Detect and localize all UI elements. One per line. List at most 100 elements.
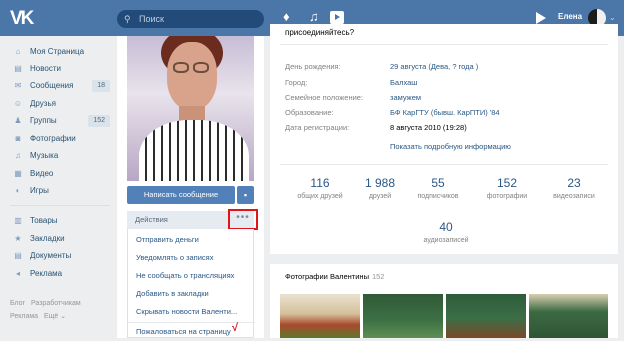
news-icon: ▤ [14, 64, 22, 73]
footer-blog-link[interactable]: Блог [10, 300, 25, 307]
sidebar-item-ads[interactable]: ◂ Реклама [10, 266, 110, 282]
info-row-education: Образование: БФ КарГТУ (бывш. КарПТИ) '8… [285, 106, 615, 120]
search-input[interactable]: ⚲ Поиск [117, 10, 264, 28]
sidebar-item-video[interactable]: ▦ Видео [10, 166, 110, 182]
footer-more-link[interactable]: Ещё ⌄ [44, 313, 66, 320]
info-row-marital: Семейное положение: замужем [285, 91, 615, 105]
goods-icon: ▥ [14, 216, 22, 225]
sidebar-item-documents[interactable]: ▤ Документы [10, 248, 110, 264]
music-note-icon[interactable]: ♫ [309, 9, 319, 25]
stat-label: фотографии [486, 193, 528, 200]
birthday-link[interactable]: 29 августа (Дева, ? года ) [390, 60, 478, 74]
photos-title-text: Фотографии Валентины [285, 272, 369, 281]
gift-icon[interactable]: ▪ [237, 186, 254, 204]
info-row-registration: Дата регистрации: 8 августа 2010 (19:28) [285, 121, 615, 135]
sidebar-item-games[interactable]: ◐ Игры [10, 183, 110, 199]
menu-item-send-money[interactable]: Отправить деньги [128, 231, 255, 249]
menu-item-hide-news[interactable]: Скрывать новости Валенти... [128, 303, 255, 321]
send-message-button[interactable]: Написать сообщение [127, 186, 235, 204]
info-key: Семейное положение: [285, 93, 364, 102]
footer-ads-link[interactable]: Реклама [10, 313, 38, 320]
stat-label: видеозаписи [553, 193, 595, 200]
intro-text: присоединяйтесь? [285, 28, 355, 37]
search-icon: ⚲ [124, 14, 131, 24]
stat-number: 40 [439, 220, 453, 234]
footer-developers-link[interactable]: Разработчикам [31, 300, 81, 307]
photo-thumbnail[interactable] [446, 294, 526, 338]
photos-icon: ◙ [15, 134, 21, 143]
photos-count: 152 [371, 272, 385, 281]
stat-label: общих друзей [297, 193, 343, 200]
video-play-icon[interactable] [330, 11, 344, 24]
sidebar-item-my-page[interactable]: ⌂ Моя Страница [10, 44, 110, 60]
stat-mutual-friends[interactable]: 116 общих друзей [286, 176, 354, 202]
sidebar-item-label: Закладки [30, 234, 65, 243]
home-icon: ⌂ [15, 47, 21, 56]
divider [280, 44, 608, 45]
sidebar-item-label: Игры [30, 186, 49, 195]
footer-links-row-2: Реклама Ещё ⌄ [10, 312, 66, 320]
menu-item-no-broadcasts[interactable]: Не сообщать о трансляциях [128, 267, 255, 285]
sidebar-divider [10, 205, 110, 206]
user-name[interactable]: Елена [558, 12, 582, 21]
bell-icon[interactable]: ♦ [283, 9, 290, 25]
sidebar-item-label: Документы [30, 251, 72, 260]
chevron-down-icon[interactable]: ⌄ [609, 13, 616, 22]
messages-count-badge: 18 [92, 80, 110, 92]
groups-count-badge: 152 [88, 115, 110, 127]
sidebar-item-goods[interactable]: ▥ Товары [10, 213, 110, 229]
sidebar-item-groups[interactable]: ♟ Группы 152 [10, 113, 110, 129]
music-icon: ♫ [15, 151, 21, 160]
education-link[interactable]: БФ КарГТУ (бывш. КарПТИ) '84 [390, 106, 500, 120]
photos-title[interactable]: Фотографии Валентины 152 [285, 272, 384, 281]
sidebar-item-label: Музыка [30, 151, 59, 160]
documents-icon: ▤ [14, 251, 22, 260]
stat-label: аудиозаписей [423, 237, 469, 244]
profile-photo[interactable] [127, 36, 254, 181]
stat-followers[interactable]: 55 подписчиков [404, 176, 472, 202]
search-placeholder: Поиск [139, 14, 164, 24]
city-link[interactable]: Балхаш [390, 76, 417, 90]
info-key: Дата регистрации: [285, 123, 350, 132]
stat-number: 152 [496, 176, 518, 190]
vk-logo[interactable]: VK [10, 8, 34, 30]
sidebar-item-messages[interactable]: ✉ Сообщения 18 [10, 78, 110, 94]
stat-audio[interactable]: 40 аудиозаписей [412, 220, 480, 246]
footer-links-row-1: Блог Разработчикам [10, 300, 81, 307]
sidebar-item-bookmarks[interactable]: ★ Закладки [10, 231, 110, 247]
sidebar-item-label: Сообщения [30, 81, 74, 90]
menu-item-add-bookmark[interactable]: Добавить в закладки [128, 285, 255, 303]
info-key: Образование: [285, 108, 334, 117]
groups-icon: ♟ [14, 116, 22, 125]
sidebar-item-label: Реклама [30, 269, 63, 278]
stat-photos[interactable]: 152 фотографии [473, 176, 541, 202]
marital-link[interactable]: замужем [390, 91, 421, 105]
sidebar-item-label: Фотографии [30, 134, 76, 143]
sidebar-item-label: Друзья [30, 99, 56, 108]
sidebar-item-label: Группы [30, 116, 57, 125]
sidebar-item-friends[interactable]: ☺ Друзья [10, 96, 110, 112]
sidebar-item-news[interactable]: ▤ Новости [10, 61, 110, 77]
sidebar-item-music[interactable]: ♫ Музыка [10, 148, 110, 164]
stat-number: 23 [567, 176, 581, 190]
show-more-info-link[interactable]: Показать подробную информацию [390, 142, 511, 151]
info-key: День рождения: [285, 62, 341, 71]
photo-thumbnail[interactable] [529, 294, 608, 338]
sidebar-item-label: Новости [30, 64, 61, 73]
bookmarks-icon: ★ [14, 234, 22, 243]
player-play-icon[interactable] [536, 12, 546, 24]
photo-thumbnail[interactable] [280, 294, 360, 338]
registration-date: 8 августа 2010 (19:28) [390, 123, 467, 132]
games-icon: ◐ [15, 186, 21, 195]
stat-label: подписчиков [417, 193, 459, 200]
friends-icon: ☺ [13, 99, 23, 108]
stat-videos[interactable]: 23 видеозаписи [540, 176, 608, 202]
sidebar-item-photos[interactable]: ◙ Фотографии [10, 131, 110, 147]
more-actions-button[interactable]: ••• [228, 209, 258, 230]
sidebar-item-label: Моя Страница [30, 47, 85, 56]
info-row-birthday: День рождения: 29 августа (Дева, ? года … [285, 60, 615, 74]
stat-number: 55 [431, 176, 445, 190]
ads-icon: ◂ [15, 269, 20, 278]
photo-thumbnail[interactable] [363, 294, 443, 338]
menu-item-notify-posts[interactable]: Уведомлять о записях [128, 249, 255, 267]
